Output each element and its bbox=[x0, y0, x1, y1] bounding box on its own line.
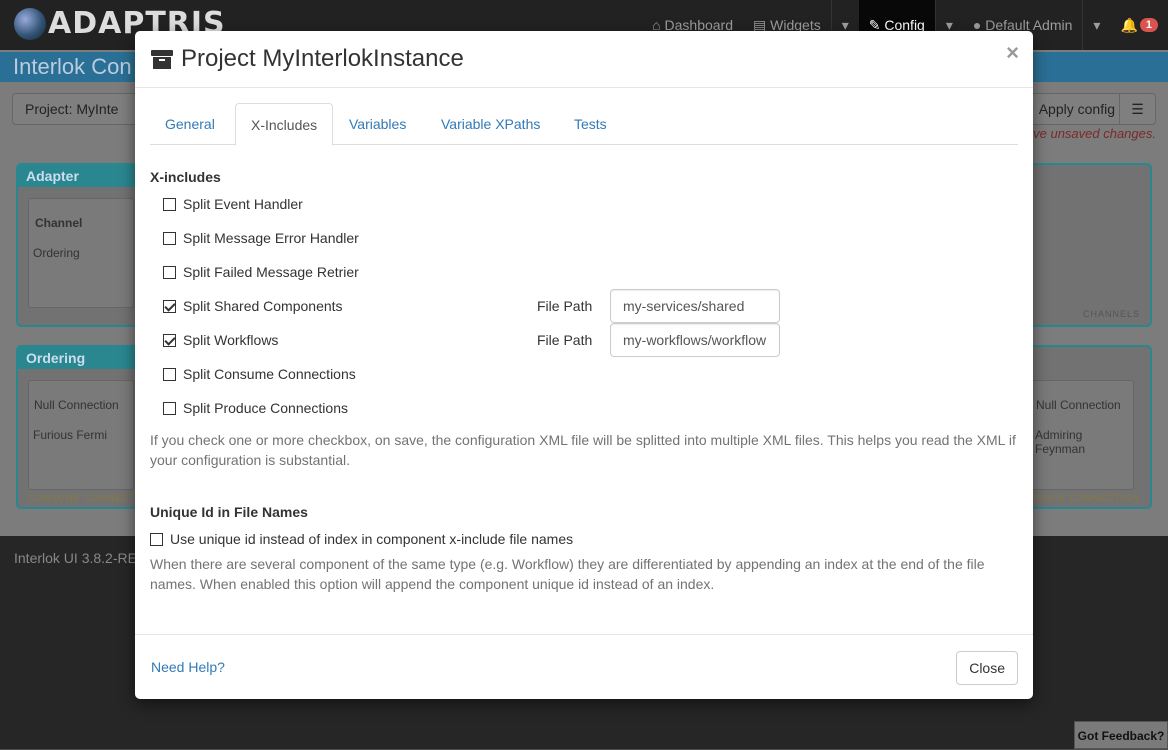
split-workflows-label: Split Workflows bbox=[183, 332, 279, 348]
split-message-error-handler-label: Split Message Error Handler bbox=[183, 230, 359, 246]
unique-id-help-text: When there are several component of the … bbox=[150, 556, 985, 592]
notification-badge: 1 bbox=[1139, 18, 1158, 32]
tab-tests[interactable]: Tests bbox=[559, 103, 622, 145]
unique-id-heading: Unique Id in File Names bbox=[150, 504, 308, 520]
footer-version: Interlok UI 3.8.2-RE bbox=[14, 550, 137, 566]
close-icon[interactable]: × bbox=[1006, 42, 1019, 64]
shared-components-file-path-input[interactable]: my-services/shared bbox=[610, 289, 780, 323]
shared-components-file-path-label: File Path bbox=[537, 298, 593, 314]
x-includes-help-text: If you check one or more checkbox, on sa… bbox=[150, 432, 1016, 468]
tab-variable-xpaths[interactable]: Variable XPaths bbox=[426, 103, 555, 145]
split-failed-message-retrier-checkbox[interactable] bbox=[163, 265, 176, 279]
tab-x-includes[interactable]: X-Includes bbox=[235, 103, 334, 146]
modal-tabs: General X-Includes Variables Variable XP… bbox=[150, 103, 1018, 146]
nav-notifications[interactable]: 🔔 1 bbox=[1110, 0, 1168, 50]
consume-connection-sub: Furious Fermi bbox=[33, 428, 108, 442]
project-toolbar-label: Project: MyInte bbox=[25, 101, 119, 117]
bell-icon: 🔔 bbox=[1120, 16, 1138, 33]
modal-header: Project MyInterlokInstance × bbox=[135, 31, 1033, 88]
channel-card-sub: Ordering bbox=[33, 246, 80, 260]
channels-caption: CHANNELS bbox=[1082, 309, 1140, 319]
use-unique-id-checkbox[interactable] bbox=[150, 532, 163, 546]
consume-connection-caption: CONSUME CONNECTIO bbox=[28, 493, 148, 503]
split-produce-connections-label: Split Produce Connections bbox=[183, 400, 348, 416]
feedback-button[interactable]: Got Feedback? bbox=[1074, 721, 1168, 749]
split-message-error-handler-checkbox[interactable] bbox=[163, 231, 176, 245]
split-event-handler-label: Split Event Handler bbox=[183, 196, 303, 212]
adapter-panel-title: Adapter bbox=[18, 165, 143, 187]
split-consume-connections-option[interactable]: Split Consume Connections bbox=[163, 364, 356, 384]
need-help-link[interactable]: Need Help? bbox=[151, 659, 225, 675]
logo-globe-icon bbox=[14, 7, 46, 40]
project-modal: Project MyInterlokInstance × General X-I… bbox=[135, 31, 1033, 699]
x-includes-heading: X-includes bbox=[150, 169, 221, 185]
split-consume-connections-checkbox[interactable] bbox=[163, 367, 176, 381]
split-event-handler-checkbox[interactable] bbox=[163, 197, 176, 211]
split-shared-components-checkbox[interactable] bbox=[163, 299, 176, 313]
split-shared-components-label: Split Shared Components bbox=[183, 298, 343, 314]
unsaved-changes-text: ave unsaved changes. bbox=[1025, 126, 1156, 141]
split-shared-components-option[interactable]: Split Shared Components bbox=[163, 296, 343, 316]
use-unique-id-label: Use unique id instead of index in compon… bbox=[170, 531, 574, 547]
channel-card-title: Channel bbox=[35, 216, 83, 230]
split-consume-connections-label: Split Consume Connections bbox=[183, 366, 356, 382]
split-failed-message-retrier-option[interactable]: Split Failed Message Retrier bbox=[163, 262, 359, 282]
produce-connection-card[interactable]: Null Connection Admiring Feynman bbox=[1030, 380, 1134, 490]
produce-connection-caption: ODUCE CONNECTION bbox=[1028, 493, 1140, 503]
hamburger-menu-icon[interactable]: ☰ bbox=[1119, 94, 1155, 124]
channel-card[interactable]: Channel Ordering bbox=[28, 198, 134, 308]
split-failed-message-retrier-label: Split Failed Message Retrier bbox=[183, 264, 359, 280]
tab-general[interactable]: General bbox=[150, 103, 230, 145]
produce-connection-sub: Admiring Feynman bbox=[1035, 428, 1086, 456]
modal-title-text: Project MyInterlokInstance bbox=[181, 45, 464, 72]
split-produce-connections-checkbox[interactable] bbox=[163, 401, 176, 415]
modal-footer: Need Help? Close bbox=[135, 634, 1033, 699]
workflows-file-path-input[interactable]: my-workflows/workflow bbox=[610, 323, 780, 357]
archive-icon bbox=[151, 49, 173, 69]
produce-connection-title: Null Connection bbox=[1036, 398, 1121, 412]
split-produce-connections-option[interactable]: Split Produce Connections bbox=[163, 398, 348, 418]
apply-config-button[interactable]: Apply config bbox=[1039, 101, 1115, 117]
split-message-error-handler-option[interactable]: Split Message Error Handler bbox=[163, 228, 359, 248]
split-workflows-checkbox[interactable] bbox=[163, 333, 176, 347]
workflows-file-path-label: File Path bbox=[537, 332, 593, 348]
modal-title: Project MyInterlokInstance bbox=[151, 45, 464, 73]
close-button[interactable]: Close bbox=[956, 651, 1018, 685]
split-event-handler-option[interactable]: Split Event Handler bbox=[163, 194, 303, 214]
tab-variables[interactable]: Variables bbox=[334, 103, 421, 145]
split-workflows-option[interactable]: Split Workflows bbox=[163, 330, 278, 350]
use-unique-id-option[interactable]: Use unique id instead of index in compon… bbox=[150, 529, 573, 549]
nav-user-caret-icon[interactable]: ▾ bbox=[1082, 0, 1110, 50]
consume-connection-title: Null Connection bbox=[34, 398, 119, 412]
ordering-panel-title: Ordering bbox=[18, 347, 143, 369]
consume-connection-card[interactable]: Null Connection Furious Fermi bbox=[28, 380, 134, 490]
